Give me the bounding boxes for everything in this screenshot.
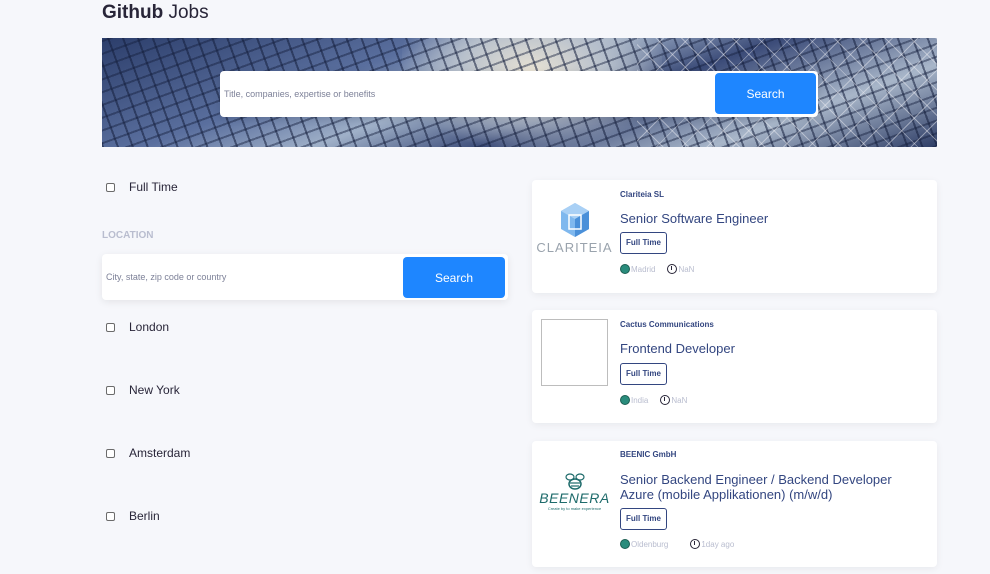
job-title[interactable]: Senior Backend Engineer / Backend Develo… xyxy=(620,472,920,502)
full-time-filter[interactable]: Full Time xyxy=(106,180,178,194)
location-search-input[interactable] xyxy=(106,254,396,300)
job-meta: Madrid NaN xyxy=(620,264,694,274)
job-title[interactable]: Frontend Developer xyxy=(620,341,735,356)
job-card[interactable]: CLARITEIA Clariteia SL Senior Software E… xyxy=(532,180,937,293)
city-checkbox[interactable] xyxy=(106,448,115,458)
full-time-checkbox[interactable] xyxy=(106,182,115,192)
full-time-label: Full Time xyxy=(129,180,178,194)
location-heading: LOCATION xyxy=(102,230,154,241)
brand-bold: Github xyxy=(102,2,164,23)
location-search-button[interactable]: Search xyxy=(403,257,505,298)
clock-icon xyxy=(660,395,671,405)
city-label: London xyxy=(129,320,170,334)
globe-icon xyxy=(620,539,630,549)
job-search-input[interactable] xyxy=(224,71,709,117)
city-label: Amsterdam xyxy=(129,446,191,460)
job-card[interactable]: BEENERA Create by to make experience BEE… xyxy=(532,441,937,567)
page-title: Github Jobs xyxy=(102,2,209,24)
city-option-london[interactable]: London xyxy=(106,320,169,334)
city-checkbox[interactable] xyxy=(106,322,115,332)
job-location: India xyxy=(631,395,649,405)
city-label: New York xyxy=(129,383,180,397)
job-meta: Oldenburg 1day ago xyxy=(620,539,734,549)
job-posted: NaN xyxy=(678,264,695,274)
city-checkbox[interactable] xyxy=(106,385,115,395)
beenera-tagline: Create by to make experience xyxy=(547,505,602,511)
company-logo xyxy=(541,319,608,386)
company-name: BEENIC GmbH xyxy=(620,450,677,459)
job-posted: NaN xyxy=(671,395,688,405)
company-logo: CLARITEIA xyxy=(536,189,612,267)
location-search-bar: Search xyxy=(102,254,508,300)
job-type-badge: Full Time xyxy=(620,363,667,385)
clock-icon xyxy=(667,264,678,274)
company-name: Cactus Communications xyxy=(620,320,714,329)
clariteia-wordmark: CLARITEIA xyxy=(536,239,613,255)
job-type-badge: Full Time xyxy=(620,508,667,530)
job-search-bar: Search xyxy=(220,71,818,117)
job-search-button[interactable]: Search xyxy=(715,73,816,114)
city-checkbox[interactable] xyxy=(106,511,115,521)
company-logo: BEENERA Create by to make experience xyxy=(539,459,610,523)
city-option-new-york[interactable]: New York xyxy=(106,383,180,397)
job-type-badge: Full Time xyxy=(620,232,667,254)
job-posted: 1day ago xyxy=(701,539,735,549)
clock-icon xyxy=(690,539,701,549)
brand-rest: Jobs xyxy=(168,2,209,23)
city-label: Berlin xyxy=(129,509,160,523)
job-location: Madrid xyxy=(631,264,656,274)
globe-icon xyxy=(620,395,630,405)
clariteia-cube-icon xyxy=(560,202,589,237)
city-option-berlin[interactable]: Berlin xyxy=(106,509,160,523)
city-option-amsterdam[interactable]: Amsterdam xyxy=(106,446,190,460)
beenera-wordmark: BEENERA xyxy=(539,489,610,506)
company-name: Clariteia SL xyxy=(620,190,665,199)
globe-icon xyxy=(620,264,630,274)
job-title[interactable]: Senior Software Engineer xyxy=(620,211,768,226)
job-location: Oldenburg xyxy=(631,539,669,549)
job-meta: India NaN xyxy=(620,395,687,405)
job-card[interactable]: Cactus Communications Frontend Developer… xyxy=(532,310,937,423)
bee-icon xyxy=(564,472,585,490)
